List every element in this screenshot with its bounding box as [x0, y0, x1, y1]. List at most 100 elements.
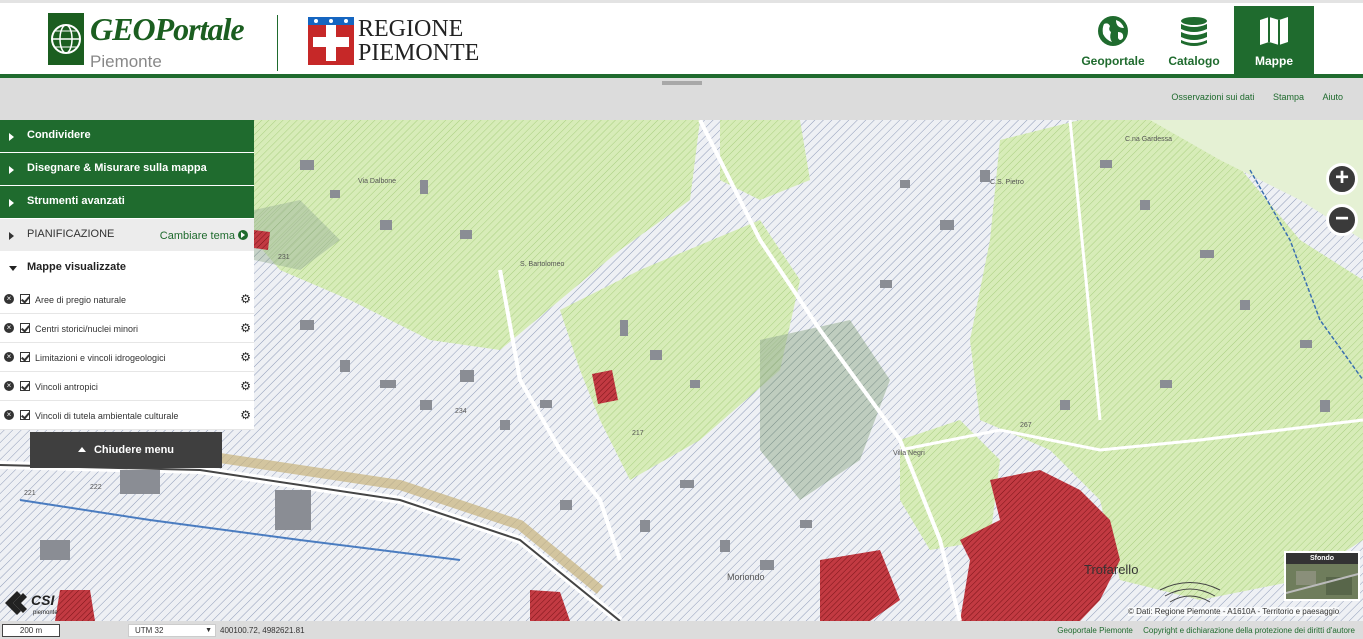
logo-subtitle: Piemonte [90, 52, 162, 71]
chevron-right-icon [9, 166, 14, 174]
map-attribution: © Dati: Regione Piemonte - A1610A - Terr… [1128, 607, 1340, 616]
close-menu-label: Chiudere menu [93, 444, 175, 456]
menu-disegnare[interactable]: Disegnare & Misurare sulla mappa [0, 153, 254, 186]
remove-layer-icon[interactable]: × [4, 323, 14, 333]
elevation-label: 231 [278, 254, 290, 261]
coordinate-readout: 400100.72, 4982621.81 [220, 626, 305, 635]
elevation-label: 267 [1020, 422, 1032, 429]
chevron-down-icon [9, 266, 17, 271]
gear-icon[interactable]: ⚙ [240, 321, 251, 335]
zoom-in-button[interactable]: + [1326, 163, 1358, 195]
gear-icon[interactable]: ⚙ [240, 408, 251, 422]
globe-icon [1098, 16, 1128, 46]
crs-value: UTM 32 [135, 626, 164, 635]
basemap-switcher[interactable]: Sfondo [1284, 551, 1360, 601]
remove-layer-icon[interactable]: × [4, 294, 14, 304]
elevation-label: 234 [455, 408, 467, 415]
region-line-2: PIEMONTE [358, 40, 480, 66]
chevron-right-icon [9, 133, 14, 141]
place-label: Via Dalbone [358, 178, 397, 185]
close-menu-button[interactable]: Chiudere menu [30, 432, 222, 468]
remove-layer-icon[interactable]: × [4, 381, 14, 391]
remove-layer-icon[interactable]: × [4, 410, 14, 420]
top-links: Osservazioni sui dati Stampa Aiuto [1155, 92, 1343, 102]
gear-icon[interactable]: ⚙ [240, 292, 251, 306]
layer-name: Vincoli antropici [35, 382, 98, 392]
layer-name: Vincoli di tutela ambientale culturale [35, 411, 179, 421]
svg-text:piemonte: piemonte [33, 610, 58, 616]
menu-label: Mappe visualizzate [27, 261, 127, 273]
chevron-down-icon: ▼ [205, 627, 212, 634]
link-aiuto[interactable]: Aiuto [1322, 92, 1343, 102]
logo-separator [277, 15, 278, 71]
layer-item: × Vincoli di tutela ambientale culturale… [0, 401, 254, 430]
link-geoportale-piemonte[interactable]: Geoportale Piemonte [1057, 626, 1133, 635]
map-icon [1260, 17, 1288, 45]
layer-visibility-checkbox[interactable] [20, 323, 30, 333]
theme-label: PIANIFICAZIONE [27, 228, 115, 240]
place-label: Trofarello [1084, 562, 1139, 577]
layer-visibility-checkbox[interactable] [20, 352, 30, 362]
svg-text:CSI: CSI [31, 592, 55, 608]
nav-geoportale[interactable]: Geoportale [1073, 6, 1153, 74]
scale-bar: 200 m [2, 624, 60, 637]
nav-mappe[interactable]: Mappe [1234, 6, 1314, 74]
elevation-label: 217 [632, 430, 644, 437]
database-icon [1181, 17, 1207, 46]
menu-condividere[interactable]: Condividere [0, 120, 254, 153]
nav-label: Geoportale [1081, 54, 1145, 68]
status-bar: 200 m UTM 32 ▼ 400100.72, 4982621.81 Geo… [0, 621, 1363, 639]
geoportale-logo-icon [48, 13, 84, 65]
layer-item: × Aree di pregio naturale ⚙ [0, 285, 254, 314]
menu-label: Condividere [27, 129, 91, 141]
layer-item: × Limitazioni e vincoli idrogeologici ⚙ [0, 343, 254, 372]
layer-visibility-checkbox[interactable] [20, 410, 30, 420]
place-label: S. Bartolomeo [520, 261, 565, 268]
layer-item: × Centri storici/nuclei minori ⚙ [0, 314, 254, 343]
gear-icon[interactable]: ⚙ [240, 350, 251, 364]
sidebar-menu: Condividere Disegnare & Misurare sulla m… [0, 120, 254, 430]
menu-theme[interactable]: PIANIFICAZIONE Cambiare tema [0, 219, 254, 252]
csi-piemonte-logo-icon: CSI piemonte [5, 591, 58, 616]
layer-name: Limitazioni e vincoli idrogeologici [35, 353, 166, 363]
chevron-right-icon [9, 199, 14, 207]
link-stampa[interactable]: Stampa [1273, 92, 1304, 102]
collapse-handle[interactable] [662, 81, 702, 85]
menu-strumenti[interactable]: Strumenti avanzati [0, 186, 254, 219]
change-theme-label: Cambiare tema [159, 230, 235, 242]
footer-links: Geoportale Piemonte Copyright e dichiara… [1049, 626, 1355, 635]
logo-title: GEOPortale [90, 11, 245, 47]
layer-visibility-checkbox[interactable] [20, 381, 30, 391]
regione-logo-text: REGIONE PIEMONTE [358, 17, 479, 65]
menu-label: Disegnare & Misurare sulla mappa [27, 162, 207, 174]
zoom-out-button[interactable]: − [1326, 204, 1358, 236]
menu-label: Strumenti avanzati [27, 195, 125, 207]
link-osservazioni[interactable]: Osservazioni sui dati [1171, 92, 1254, 102]
layer-visibility-checkbox[interactable] [20, 294, 30, 304]
nav-label: Mappe [1254, 54, 1293, 68]
layer-name: Centri storici/nuclei minori [35, 324, 139, 334]
elevation-label: 221 [24, 490, 36, 497]
crs-select[interactable]: UTM 32 ▼ [128, 624, 216, 637]
header: GEOPortale Piemonte REGIONE PIEMONTE Geo… [0, 0, 1363, 80]
menu-mappe-visualizzate[interactable]: Mappe visualizzate [0, 252, 254, 285]
layer-item: × Vincoli antropici ⚙ [0, 372, 254, 401]
toolbar: Osservazioni sui dati Stampa Aiuto [0, 78, 1363, 120]
place-label: Villa Negri [893, 450, 925, 457]
change-theme-link[interactable]: Cambiare tema [160, 230, 248, 242]
link-copyright[interactable]: Copyright e dichiarazione della protezio… [1143, 626, 1355, 635]
chevron-right-icon [9, 232, 14, 240]
arrow-circle-icon [238, 230, 248, 240]
place-label: C.na Gardessa [1125, 136, 1173, 143]
regione-shield-icon [308, 17, 354, 65]
elevation-label: 222 [90, 484, 102, 491]
gear-icon[interactable]: ⚙ [240, 379, 251, 393]
layer-name: Aree di pregio naturale [35, 295, 127, 305]
chevron-up-icon [77, 447, 86, 452]
place-label: C.S. Pietro [990, 179, 1024, 186]
region-line-1: REGIONE [358, 16, 464, 42]
basemap-caption: Sfondo [1286, 553, 1358, 564]
nav-label: Catalogo [1168, 54, 1220, 68]
nav-catalogo[interactable]: Catalogo [1154, 6, 1234, 74]
remove-layer-icon[interactable]: × [4, 352, 14, 362]
